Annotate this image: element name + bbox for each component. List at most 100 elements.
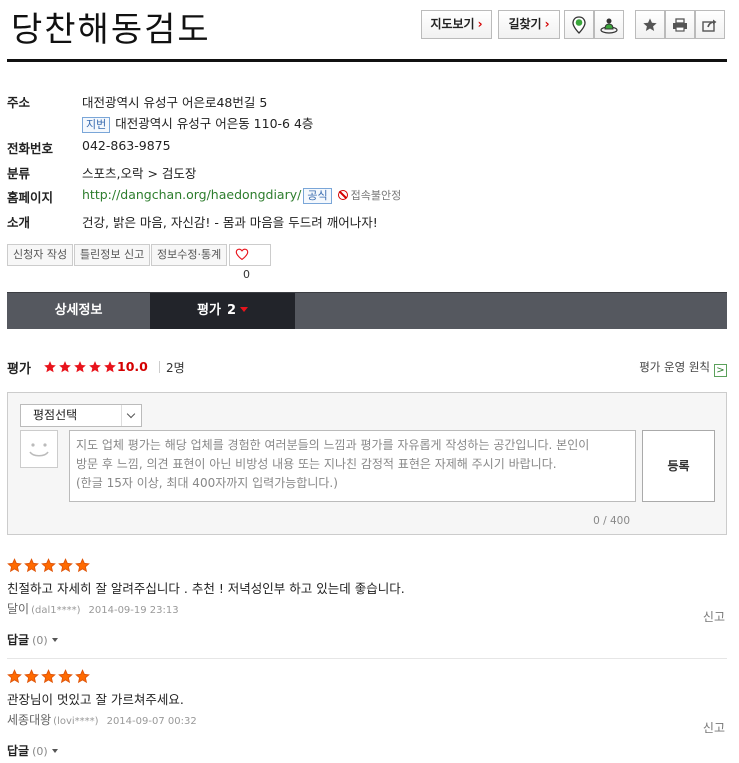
homepage-value: http://dangchan.org/haedongdiary/공식 접속불안정 — [82, 187, 401, 204]
tab-rating-label: 평가 — [197, 303, 221, 318]
detail-tabs: 상세정보 평가 2 — [7, 292, 727, 329]
review-date: 2014-09-19 23:13 — [88, 605, 179, 616]
homepage-link[interactable]: http://dangchan.org/haedongdiary/ — [82, 187, 301, 202]
tab-detail-label: 상세정보 — [54, 303, 103, 318]
map-view-label: 지도보기 — [430, 17, 475, 31]
reply-label: 답글 — [7, 744, 30, 758]
category-value: 스포츠,오락 > 검도장 — [82, 166, 197, 181]
applicant-button[interactable]: 신청자 작성 — [7, 244, 74, 266]
submit-review-button[interactable]: 등록 — [642, 430, 715, 502]
rating-people: 2명 — [166, 361, 185, 375]
reply-toggle[interactable]: 답글 (0) — [7, 742, 58, 759]
star-icon — [24, 669, 39, 684]
print-button[interactable] — [665, 10, 695, 39]
star-icon — [41, 669, 56, 684]
page-header: 당찬해동검도 지도보기 › 길찾기 › — [7, 0, 727, 62]
report-button[interactable]: 신고 — [703, 719, 725, 736]
star-icon — [104, 361, 116, 373]
char-counter: 0 / 400 — [593, 515, 630, 527]
review-author[interactable]: 달이 — [7, 602, 29, 616]
tab-rating-count: 2 — [226, 303, 236, 318]
favorite-button[interactable] — [635, 10, 665, 39]
caret-down-icon — [51, 749, 58, 753]
road-address: 대전광역시 유성구 어은로48번길 5 — [82, 95, 268, 110]
jibun-value: 지번 대전광역시 유성구 어은동 110-6 4층 — [82, 113, 313, 133]
reply-count: (0) — [32, 634, 48, 647]
review-meta: 달이 (dal1****) 2014-09-19 23:13 — [7, 600, 179, 617]
street-view-button[interactable] — [594, 10, 624, 39]
review-item: 친절하고 자세히 잘 알려주십니다 . 추천 ! 저녁성인부 하고 있는데 좋습… — [7, 558, 727, 658]
review-date: 2014-09-07 00:32 — [106, 716, 197, 727]
chevron-right-icon: > — [714, 364, 727, 377]
review-stars — [7, 558, 90, 573]
intro-label: 소개 — [7, 215, 31, 230]
rating-title: 평가 — [7, 362, 31, 377]
phone-number[interactable]: 042-863-9875 — [82, 138, 171, 153]
review-meta: 세종대왕 (lovi****) 2014-09-07 00:32 — [7, 711, 197, 728]
page-title: 당찬해동검도 — [11, 10, 211, 50]
rating-policy-link[interactable]: 평가 운영 원칙 > — [639, 359, 727, 377]
rating-stars — [43, 360, 117, 374]
star-icon — [59, 361, 71, 373]
pin-button[interactable] — [564, 10, 594, 39]
jibun-address: 대전광역시 유성구 어은동 110-6 4층 — [115, 116, 314, 131]
category-label: 분류 — [7, 166, 31, 181]
review-text: 친절하고 자세히 잘 알려주십니다 . 추천 ! 저녁성인부 하고 있는데 좋습… — [7, 581, 405, 596]
review-textarea[interactable]: 지도 업체 평가는 해당 업체를 경험한 여러분들의 느낌과 평가를 자유롭게 … — [69, 430, 636, 502]
review-stars — [7, 669, 90, 684]
review-text: 관장님이 멋있고 잘 가르쳐주세요. — [7, 692, 184, 707]
heart-icon — [235, 248, 249, 261]
like-button[interactable]: 0 — [229, 244, 271, 281]
star-icon — [75, 669, 90, 684]
edit-stats-button[interactable]: 정보수정·통계 — [151, 244, 228, 266]
tab-detail[interactable]: 상세정보 — [7, 293, 150, 329]
report-button[interactable]: 신고 — [703, 608, 725, 625]
reply-count: (0) — [32, 745, 48, 758]
report-error-button[interactable]: 틀린정보 신고 — [74, 244, 151, 266]
route-button[interactable]: 길찾기 › — [498, 10, 560, 39]
chevron-right-icon: › — [544, 17, 550, 31]
avatar — [20, 430, 58, 468]
street-view-icon — [600, 18, 618, 34]
print-icon — [673, 17, 687, 32]
review-item: 관장님이 멋있고 잘 가르쳐주세요. 세종대왕 (lovi****) 2014-09… — [7, 669, 727, 763]
homepage-label: 홈페이지 — [7, 190, 54, 205]
star-icon — [89, 361, 101, 373]
review-author[interactable]: 세종대왕 — [7, 713, 51, 727]
chevron-right-icon: › — [477, 17, 483, 31]
route-label: 길찾기 — [508, 17, 542, 31]
tab-rating[interactable]: 평가 2 — [150, 293, 295, 329]
pin-icon — [572, 15, 586, 34]
official-tag: 공식 — [303, 188, 332, 204]
star-icon — [24, 558, 39, 573]
review-divider — [7, 658, 727, 659]
review-user-id: (dal1****) — [31, 605, 81, 616]
connection-status-text: 접속불안정 — [350, 189, 402, 202]
connection-status: 접속불안정 — [337, 189, 402, 202]
smiley-icon — [29, 443, 49, 457]
rating-summary: 평가 10.0 2명 평가 운영 원칙 > — [7, 358, 727, 378]
star-icon — [7, 669, 22, 684]
like-count: 0 — [243, 268, 250, 281]
star-icon — [58, 558, 73, 573]
map-view-button[interactable]: 지도보기 › — [421, 10, 492, 39]
rating-score: 10.0 — [117, 359, 148, 374]
star-icon — [41, 558, 56, 573]
share-icon — [702, 19, 717, 32]
reply-label: 답글 — [7, 633, 30, 647]
caret-down-icon — [239, 307, 248, 312]
reply-toggle[interactable]: 답글 (0) — [7, 631, 58, 648]
share-button[interactable] — [695, 10, 725, 39]
star-icon — [44, 361, 56, 373]
star-icon — [58, 669, 73, 684]
phone-label: 전화번호 — [7, 141, 54, 156]
ban-icon — [337, 190, 348, 200]
chevron-down-icon — [121, 405, 141, 426]
favorite-star-icon — [643, 17, 657, 31]
address-label: 주소 — [7, 95, 31, 110]
star-icon — [74, 361, 86, 373]
rating-select[interactable]: 평점선택 — [20, 404, 142, 427]
rating-policy-label: 평가 운영 원칙 — [639, 360, 710, 374]
star-icon — [7, 558, 22, 573]
caret-down-icon — [51, 638, 58, 642]
